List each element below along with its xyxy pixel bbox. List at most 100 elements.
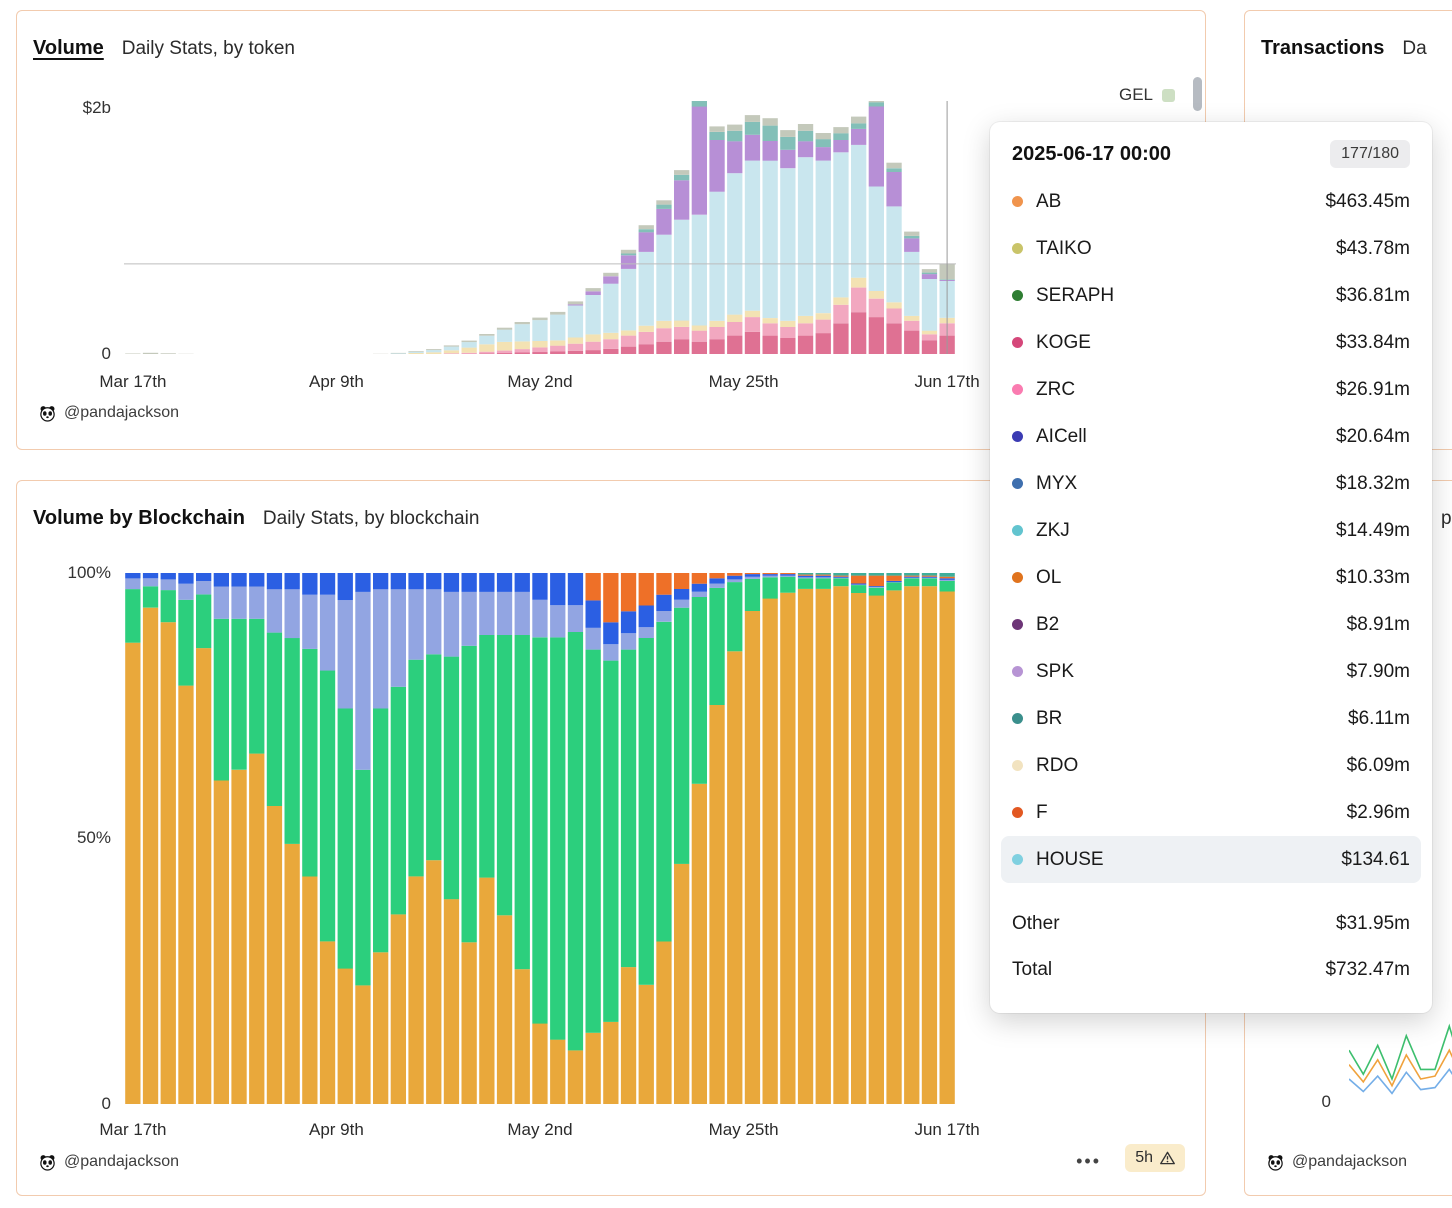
- x-axis-tick: May 2nd: [507, 1120, 572, 1140]
- series-color-dot: [1012, 290, 1023, 301]
- series-name: AICell: [1036, 426, 1336, 448]
- tooltip-summary: Other $31.95m Total $732.47m: [1012, 901, 1410, 993]
- tooltip-row-RDO: RDO$6.09m: [1012, 742, 1410, 789]
- tooltip-row-SERAPH: SERAPH$36.81m: [1012, 272, 1410, 319]
- blockchain-panel-title[interactable]: Volume by Blockchain: [33, 507, 245, 530]
- transactions-panel-subtitle: Da: [1402, 38, 1426, 60]
- tooltip-row-AICell: AICell$20.64m: [1012, 413, 1410, 460]
- attribution-handle: @pandajackson: [64, 404, 179, 422]
- x-axis-tick: Mar 17th: [99, 1120, 166, 1140]
- series-value: $36.81m: [1336, 285, 1410, 307]
- legend-scrollbar[interactable]: [1193, 77, 1202, 111]
- series-name: RDO: [1036, 755, 1347, 777]
- series-name: ZRC: [1036, 379, 1336, 401]
- series-name: SPK: [1036, 661, 1347, 683]
- series-value: $463.45m: [1325, 191, 1410, 213]
- series-value: $14.49m: [1336, 520, 1410, 542]
- series-name: MYX: [1036, 473, 1336, 495]
- series-color-dot: [1012, 854, 1023, 865]
- y-axis-label-100: 100%: [35, 563, 111, 583]
- series-name: BR: [1036, 708, 1348, 730]
- tooltip-row-HOUSE: HOUSE$134.61: [1001, 836, 1421, 883]
- tooltip-header: 2025-06-17 00:00 177/180: [1012, 140, 1410, 168]
- series-color-dot: [1012, 807, 1023, 818]
- series-name: HOUSE: [1036, 849, 1341, 871]
- tooltip-other-row: Other $31.95m: [1012, 901, 1410, 947]
- tooltip-row-TAIKO: TAIKO$43.78m: [1012, 225, 1410, 272]
- attribution[interactable]: @pandajackson: [39, 404, 179, 422]
- series-name: F: [1036, 802, 1347, 824]
- blockchain-stacked-bar-chart[interactable]: [124, 573, 956, 1104]
- x-axis-tick: Mar 17th: [99, 372, 166, 392]
- token-legend[interactable]: GEL: [1119, 85, 1175, 105]
- more-options-icon[interactable]: •••: [1076, 1151, 1101, 1172]
- series-color-dot: [1012, 243, 1023, 254]
- series-color-dot: [1012, 525, 1023, 536]
- tooltip-rows: AB$463.45mTAIKO$43.78mSERAPH$36.81mKOGE$…: [1012, 178, 1410, 883]
- x-axis-tick: May 2nd: [507, 372, 572, 392]
- series-name: B2: [1036, 614, 1347, 636]
- blockchain-panel-subtitle: Daily Stats, by blockchain: [263, 508, 480, 530]
- volume-x-axis: Mar 17thApr 9thMay 2ndMay 25thJun 17th: [124, 372, 956, 394]
- y-axis-label-zero: 0: [35, 344, 111, 364]
- series-name: TAIKO: [1036, 238, 1336, 260]
- series-value: $43.78m: [1336, 238, 1410, 260]
- other-label: Other: [1012, 913, 1336, 935]
- series-value: $18.32m: [1336, 473, 1410, 495]
- legend-item-label[interactable]: GEL: [1119, 85, 1153, 105]
- series-color-dot: [1012, 619, 1023, 630]
- x-axis-tick: May 25th: [709, 372, 779, 392]
- blockchain-x-axis: Mar 17thApr 9thMay 2ndMay 25thJun 17th: [124, 1120, 956, 1142]
- tooltip-row-F: F$2.96m: [1012, 789, 1410, 836]
- series-name: ZKJ: [1036, 520, 1336, 542]
- tooltip-row-OL: OL$10.33m: [1012, 554, 1410, 601]
- series-value: $20.64m: [1336, 426, 1410, 448]
- x-axis-tick: Apr 9th: [309, 372, 364, 392]
- series-color-dot: [1012, 337, 1023, 348]
- y-axis-label-0: 0: [1291, 1092, 1331, 1112]
- series-name: AB: [1036, 191, 1325, 213]
- total-label: Total: [1012, 959, 1325, 981]
- y-axis-label-50: 50%: [35, 828, 111, 848]
- x-axis-tick: May 25th: [709, 1120, 779, 1140]
- volume-stacked-bar-chart[interactable]: [124, 101, 956, 354]
- tooltip-row-SPK: SPK$7.90m: [1012, 648, 1410, 695]
- volume-panel-subtitle: Daily Stats, by token: [122, 38, 295, 60]
- total-value: $732.47m: [1325, 959, 1410, 981]
- staleness-badge[interactable]: 5h: [1125, 1144, 1185, 1172]
- tooltip-row-ZRC: ZRC$26.91m: [1012, 366, 1410, 413]
- series-value: $6.09m: [1347, 755, 1410, 777]
- series-value: $6.11m: [1348, 708, 1410, 730]
- series-name: KOGE: [1036, 332, 1336, 354]
- attribution-handle: @pandajackson: [1292, 1153, 1407, 1171]
- transactions-line-chart[interactable]: [1349, 1003, 1452, 1105]
- tooltip-total-row: Total $732.47m: [1012, 947, 1410, 993]
- series-color-dot: [1012, 384, 1023, 395]
- series-value: $134.61: [1341, 849, 1410, 871]
- legend-color-swatch: [1162, 89, 1175, 102]
- warning-icon: [1160, 1151, 1175, 1165]
- panda-icon: [39, 1154, 56, 1171]
- series-value: $10.33m: [1336, 567, 1410, 589]
- tooltip-timestamp: 2025-06-17 00:00: [1012, 143, 1171, 166]
- series-value: $2.96m: [1347, 802, 1410, 824]
- series-value: $26.91m: [1336, 379, 1410, 401]
- tooltip-row-AB: AB$463.45m: [1012, 178, 1410, 225]
- x-axis-tick: Jun 17th: [914, 372, 979, 392]
- attribution[interactable]: @pandajackson: [1267, 1153, 1407, 1171]
- series-color-dot: [1012, 478, 1023, 489]
- tooltip-row-KOGE: KOGE$33.84m: [1012, 319, 1410, 366]
- panel-title-fragment: p: [1441, 508, 1452, 530]
- series-value: $7.90m: [1347, 661, 1410, 683]
- panda-icon: [39, 405, 56, 422]
- volume-panel-title[interactable]: Volume: [33, 37, 104, 60]
- other-value: $31.95m: [1336, 913, 1410, 935]
- attribution[interactable]: @pandajackson: [39, 1153, 179, 1171]
- tooltip-row-BR: BR$6.11m: [1012, 695, 1410, 742]
- panda-icon: [1267, 1154, 1284, 1171]
- tooltip-row-ZKJ: ZKJ$14.49m: [1012, 507, 1410, 554]
- series-color-dot: [1012, 196, 1023, 207]
- attribution-handle: @pandajackson: [64, 1153, 179, 1171]
- series-value: $33.84m: [1336, 332, 1410, 354]
- transactions-panel-title[interactable]: Transactions: [1261, 37, 1384, 60]
